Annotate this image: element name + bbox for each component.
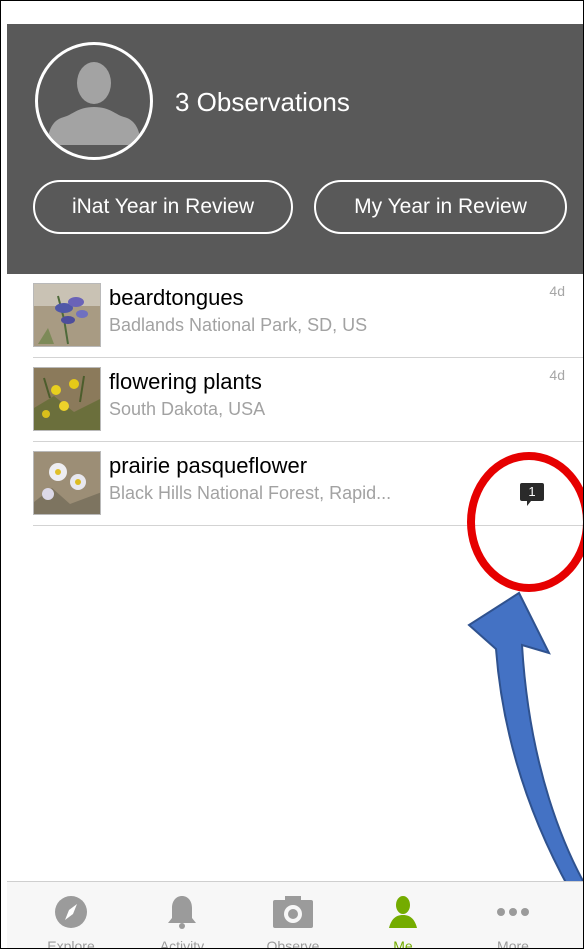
tab-label: More	[497, 938, 529, 949]
inat-year-in-review-button[interactable]: iNat Year in Review	[33, 180, 293, 234]
tab-label: Activity	[159, 938, 205, 949]
observation-title: beardtongues	[109, 285, 244, 310]
user-silhouette-icon	[47, 62, 141, 145]
observation-location: Black Hills National Forest, Rapid...	[109, 483, 392, 503]
tab-more[interactable]: More	[463, 882, 563, 949]
tab-me[interactable]: Me	[353, 882, 453, 949]
observation-location: South Dakota, USA	[109, 399, 266, 419]
observation-location: Badlands National Park, SD, US	[109, 315, 368, 335]
tab-explore[interactable]: Explore	[21, 882, 121, 949]
camera-icon	[271, 894, 315, 935]
row-divider	[33, 525, 583, 526]
avatar[interactable]	[35, 42, 153, 160]
my-year-in-review-button[interactable]: My Year in Review	[314, 180, 567, 234]
observation-row[interactable]: beardtongues Badlands National Park, SD,…	[7, 274, 583, 358]
tab-observe[interactable]: Observe	[243, 882, 343, 949]
observation-title: flowering plants	[109, 369, 262, 394]
ellipsis-icon	[495, 904, 531, 922]
tab-bar: Explore Activity Observe Me More	[7, 881, 583, 949]
observation-time: 4d	[549, 283, 565, 299]
tab-label: Observe	[266, 938, 320, 949]
compass-icon	[53, 894, 89, 935]
observation-photo	[33, 451, 101, 515]
comment-count-badge[interactable]: 1	[519, 482, 545, 508]
bell-icon	[165, 894, 199, 935]
profile-header: 3 Observations iNat Year in Review My Ye…	[7, 24, 583, 274]
status-bar-area	[1, 1, 583, 24]
observation-photo	[33, 283, 101, 347]
tab-activity[interactable]: Activity	[132, 882, 232, 949]
tab-label: Explore	[47, 938, 95, 949]
observation-row[interactable]: flowering plants South Dakota, USA 4d	[7, 358, 583, 442]
observation-count: 3 Observations	[175, 87, 350, 117]
comment-count: 1	[528, 484, 536, 499]
observation-row[interactable]: prairie pasqueflower Black Hills Nationa…	[7, 442, 583, 526]
tab-label: Me	[393, 938, 413, 949]
screen-frame: 3 Observations iNat Year in Review My Ye…	[0, 0, 584, 949]
observation-photo	[33, 367, 101, 431]
observation-title: prairie pasqueflower	[109, 453, 308, 478]
person-icon	[385, 894, 421, 935]
observation-time: 4d	[549, 367, 565, 383]
